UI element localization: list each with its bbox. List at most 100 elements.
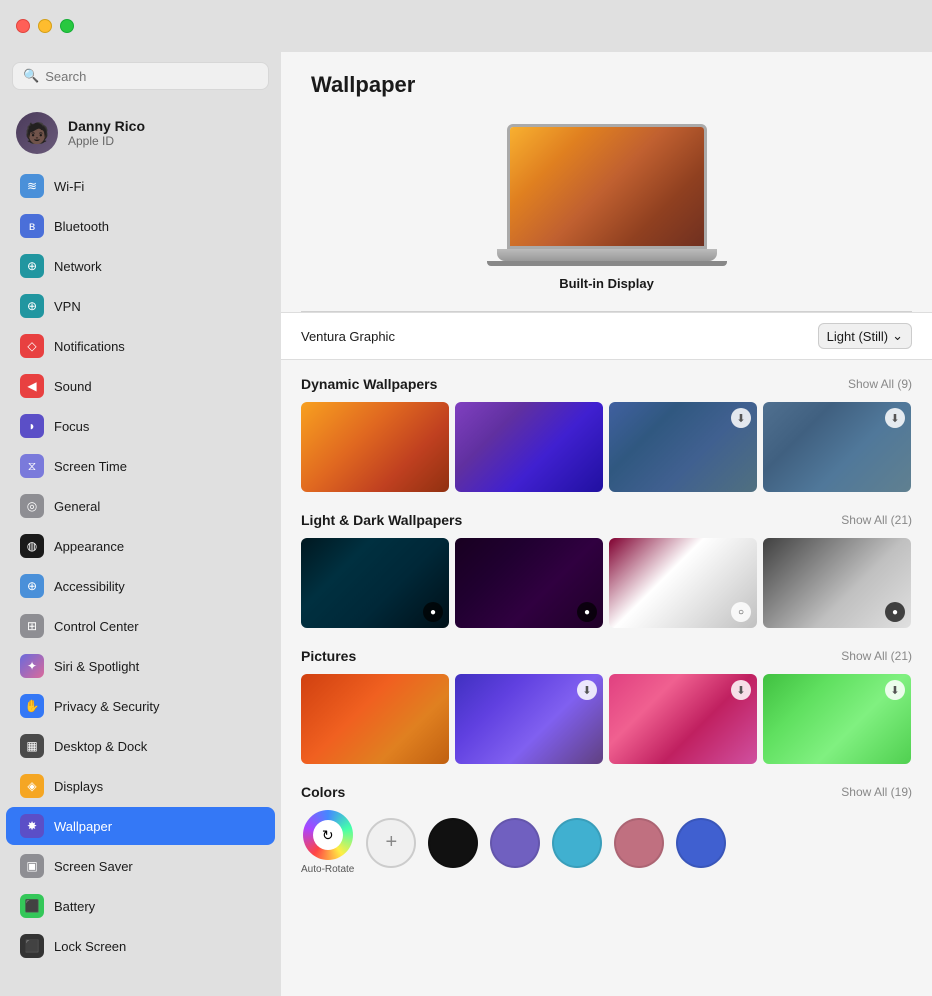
sidebar-item-sound[interactable]: ◀Sound bbox=[6, 367, 275, 405]
auto-rotate-swatch: ↻ bbox=[303, 810, 353, 860]
section-title-dynamic: Dynamic Wallpapers bbox=[301, 376, 437, 392]
wallpaper-thumb-ld2[interactable]: ● bbox=[455, 538, 603, 628]
general-icon: ◎ bbox=[20, 494, 44, 518]
sidebar-item-battery[interactable]: ⬛Battery bbox=[6, 887, 275, 925]
sidebar: 🔍 🧑🏿 Danny Rico Apple ID ≋Wi-FiʙBluetoot… bbox=[0, 52, 281, 996]
laptop-screen-inner bbox=[510, 127, 704, 246]
controlcenter-icon: ⊞ bbox=[20, 614, 44, 638]
wallpaper-thumb-pic2[interactable]: ⬇ bbox=[455, 674, 603, 764]
title-bar bbox=[0, 0, 932, 52]
colors-grid: ↻ Auto-Rotate + bbox=[301, 810, 912, 875]
sidebar-item-bluetooth[interactable]: ʙBluetooth bbox=[6, 207, 275, 245]
wallpaper-icon: ✸ bbox=[20, 814, 44, 838]
sidebar-item-wifi[interactable]: ≋Wi-Fi bbox=[6, 167, 275, 205]
sidebar-label-general: General bbox=[54, 499, 100, 514]
color-option-cyan[interactable] bbox=[552, 818, 602, 868]
section-header-colors: Colors Show All (19) bbox=[301, 784, 912, 800]
section-header-pictures: PicturesShow All (21) bbox=[301, 648, 912, 664]
section-title-colors: Colors bbox=[301, 784, 345, 800]
auto-rotate-label: Auto-Rotate bbox=[301, 864, 354, 875]
network-icon: ⊕ bbox=[20, 254, 44, 278]
sidebar-label-sound: Sound bbox=[54, 379, 92, 394]
sidebar-item-network[interactable]: ⊕Network bbox=[6, 247, 275, 285]
sidebar-item-wallpaper[interactable]: ✸ Wallpaper bbox=[6, 807, 275, 845]
close-button[interactable] bbox=[16, 19, 30, 33]
sidebar-label-siri: Siri & Spotlight bbox=[54, 659, 139, 674]
wallpaper-thumb-ld1[interactable]: ● bbox=[301, 538, 449, 628]
show-all-lightdark[interactable]: Show All (21) bbox=[841, 513, 912, 527]
avatar-image: 🧑🏿 bbox=[16, 112, 58, 154]
wallpaper-thumb-ld3[interactable]: ○ bbox=[609, 538, 757, 628]
app-window: 🔍 🧑🏿 Danny Rico Apple ID ≋Wi-FiʙBluetoot… bbox=[0, 52, 932, 996]
sidebar-item-general[interactable]: ◎ General bbox=[6, 487, 275, 525]
sidebar-label-wallpaper: Wallpaper bbox=[54, 819, 112, 834]
show-all-pictures[interactable]: Show All (21) bbox=[841, 649, 912, 663]
wallpaper-thumb-dyn3[interactable]: ⬇ bbox=[609, 402, 757, 492]
screentime-icon: ⧖ bbox=[20, 454, 44, 478]
chevron-icon: ⌄ bbox=[892, 328, 903, 344]
sidebar-item-displays[interactable]: ◈ Displays bbox=[6, 767, 275, 805]
wallpaper-thumb-pic4[interactable]: ⬇ bbox=[763, 674, 911, 764]
sidebar-label-bluetooth: Bluetooth bbox=[54, 219, 109, 234]
wallpaper-grid-dynamic: ⬇⬇ bbox=[301, 402, 912, 492]
search-input[interactable] bbox=[45, 69, 258, 84]
displays-icon: ◈ bbox=[20, 774, 44, 798]
sidebar-item-notifications[interactable]: ◇ Notifications bbox=[6, 327, 275, 365]
wallpaper-thumb-dyn1[interactable] bbox=[301, 402, 449, 492]
wallpaper-thumb-pic1[interactable] bbox=[301, 674, 449, 764]
style-selector[interactable]: Light (Still) ⌄ bbox=[818, 323, 912, 349]
laptop-foot bbox=[487, 261, 727, 266]
wallpaper-thumb-pic3[interactable]: ⬇ bbox=[609, 674, 757, 764]
color-option-rose[interactable] bbox=[614, 818, 664, 868]
battery-icon: ⬛ bbox=[20, 894, 44, 918]
lockscreen-icon: ⬛ bbox=[20, 934, 44, 958]
sidebar-item-controlcenter[interactable]: ⊞Control Center bbox=[6, 607, 275, 645]
sidebar-item-vpn[interactable]: ⊕VPN bbox=[6, 287, 275, 325]
wifi-icon: ≋ bbox=[20, 174, 44, 198]
sidebar-label-notifications: Notifications bbox=[54, 339, 125, 354]
maximize-button[interactable] bbox=[60, 19, 74, 33]
sidebar-label-displays: Displays bbox=[54, 779, 103, 794]
download-badge: ⬇ bbox=[731, 408, 751, 428]
sidebar-item-appearance[interactable]: ◍Appearance bbox=[6, 527, 275, 565]
page-title: Wallpaper bbox=[311, 72, 902, 98]
sidebar-item-desktop[interactable]: ▦Desktop & Dock bbox=[6, 727, 275, 765]
sidebar-item-focus[interactable]: ◗Focus bbox=[6, 407, 275, 445]
sidebar-label-desktop: Desktop & Dock bbox=[54, 739, 147, 754]
color-option-purple[interactable] bbox=[490, 818, 540, 868]
user-profile[interactable]: 🧑🏿 Danny Rico Apple ID bbox=[0, 100, 281, 166]
color-option-black[interactable] bbox=[428, 818, 478, 868]
sidebar-item-screentime[interactable]: ⧖Screen Time bbox=[6, 447, 275, 485]
search-icon: 🔍 bbox=[23, 68, 39, 84]
color-swatch-purple bbox=[490, 818, 540, 868]
sidebar-item-accessibility[interactable]: ⊕Accessibility bbox=[6, 567, 275, 605]
mode-badge: ○ bbox=[731, 602, 751, 622]
wallpaper-thumb-dyn2[interactable] bbox=[455, 402, 603, 492]
sidebar-item-privacy[interactable]: ✋Privacy & Security bbox=[6, 687, 275, 725]
content-header: Wallpaper bbox=[281, 52, 932, 114]
main-content: Wallpaper Built-in Display Ventura Graph… bbox=[281, 52, 932, 996]
auto-rotate-option[interactable]: ↻ Auto-Rotate bbox=[301, 810, 354, 875]
siri-icon: ✦ bbox=[20, 654, 44, 678]
sidebar-item-siri[interactable]: ✦ Siri & Spotlight bbox=[6, 647, 275, 685]
sidebar-label-accessibility: Accessibility bbox=[54, 579, 125, 594]
user-name: Danny Rico bbox=[68, 118, 145, 134]
color-swatch-blue bbox=[676, 818, 726, 868]
avatar: 🧑🏿 bbox=[16, 112, 58, 154]
show-all-dynamic[interactable]: Show All (9) bbox=[848, 377, 912, 391]
section-title-lightdark: Light & Dark Wallpapers bbox=[301, 512, 462, 528]
add-color-button[interactable]: + bbox=[366, 818, 416, 868]
laptop-base bbox=[497, 249, 717, 261]
wallpaper-thumb-dyn4[interactable]: ⬇ bbox=[763, 402, 911, 492]
wallpaper-thumb-ld4[interactable]: ● bbox=[763, 538, 911, 628]
sidebar-item-screensaver[interactable]: ▣Screen Saver bbox=[6, 847, 275, 885]
notifications-icon: ◇ bbox=[20, 334, 44, 358]
display-preview: Built-in Display bbox=[281, 114, 932, 311]
color-option-blue[interactable] bbox=[676, 818, 726, 868]
wallpaper-sections: Dynamic WallpapersShow All (9)⬇⬇Light & … bbox=[281, 360, 932, 996]
show-all-colors[interactable]: Show All (19) bbox=[841, 785, 912, 799]
mode-badge: ● bbox=[885, 602, 905, 622]
sidebar-item-lockscreen[interactable]: ⬛Lock Screen bbox=[6, 927, 275, 965]
search-box[interactable]: 🔍 bbox=[12, 62, 269, 90]
minimize-button[interactable] bbox=[38, 19, 52, 33]
